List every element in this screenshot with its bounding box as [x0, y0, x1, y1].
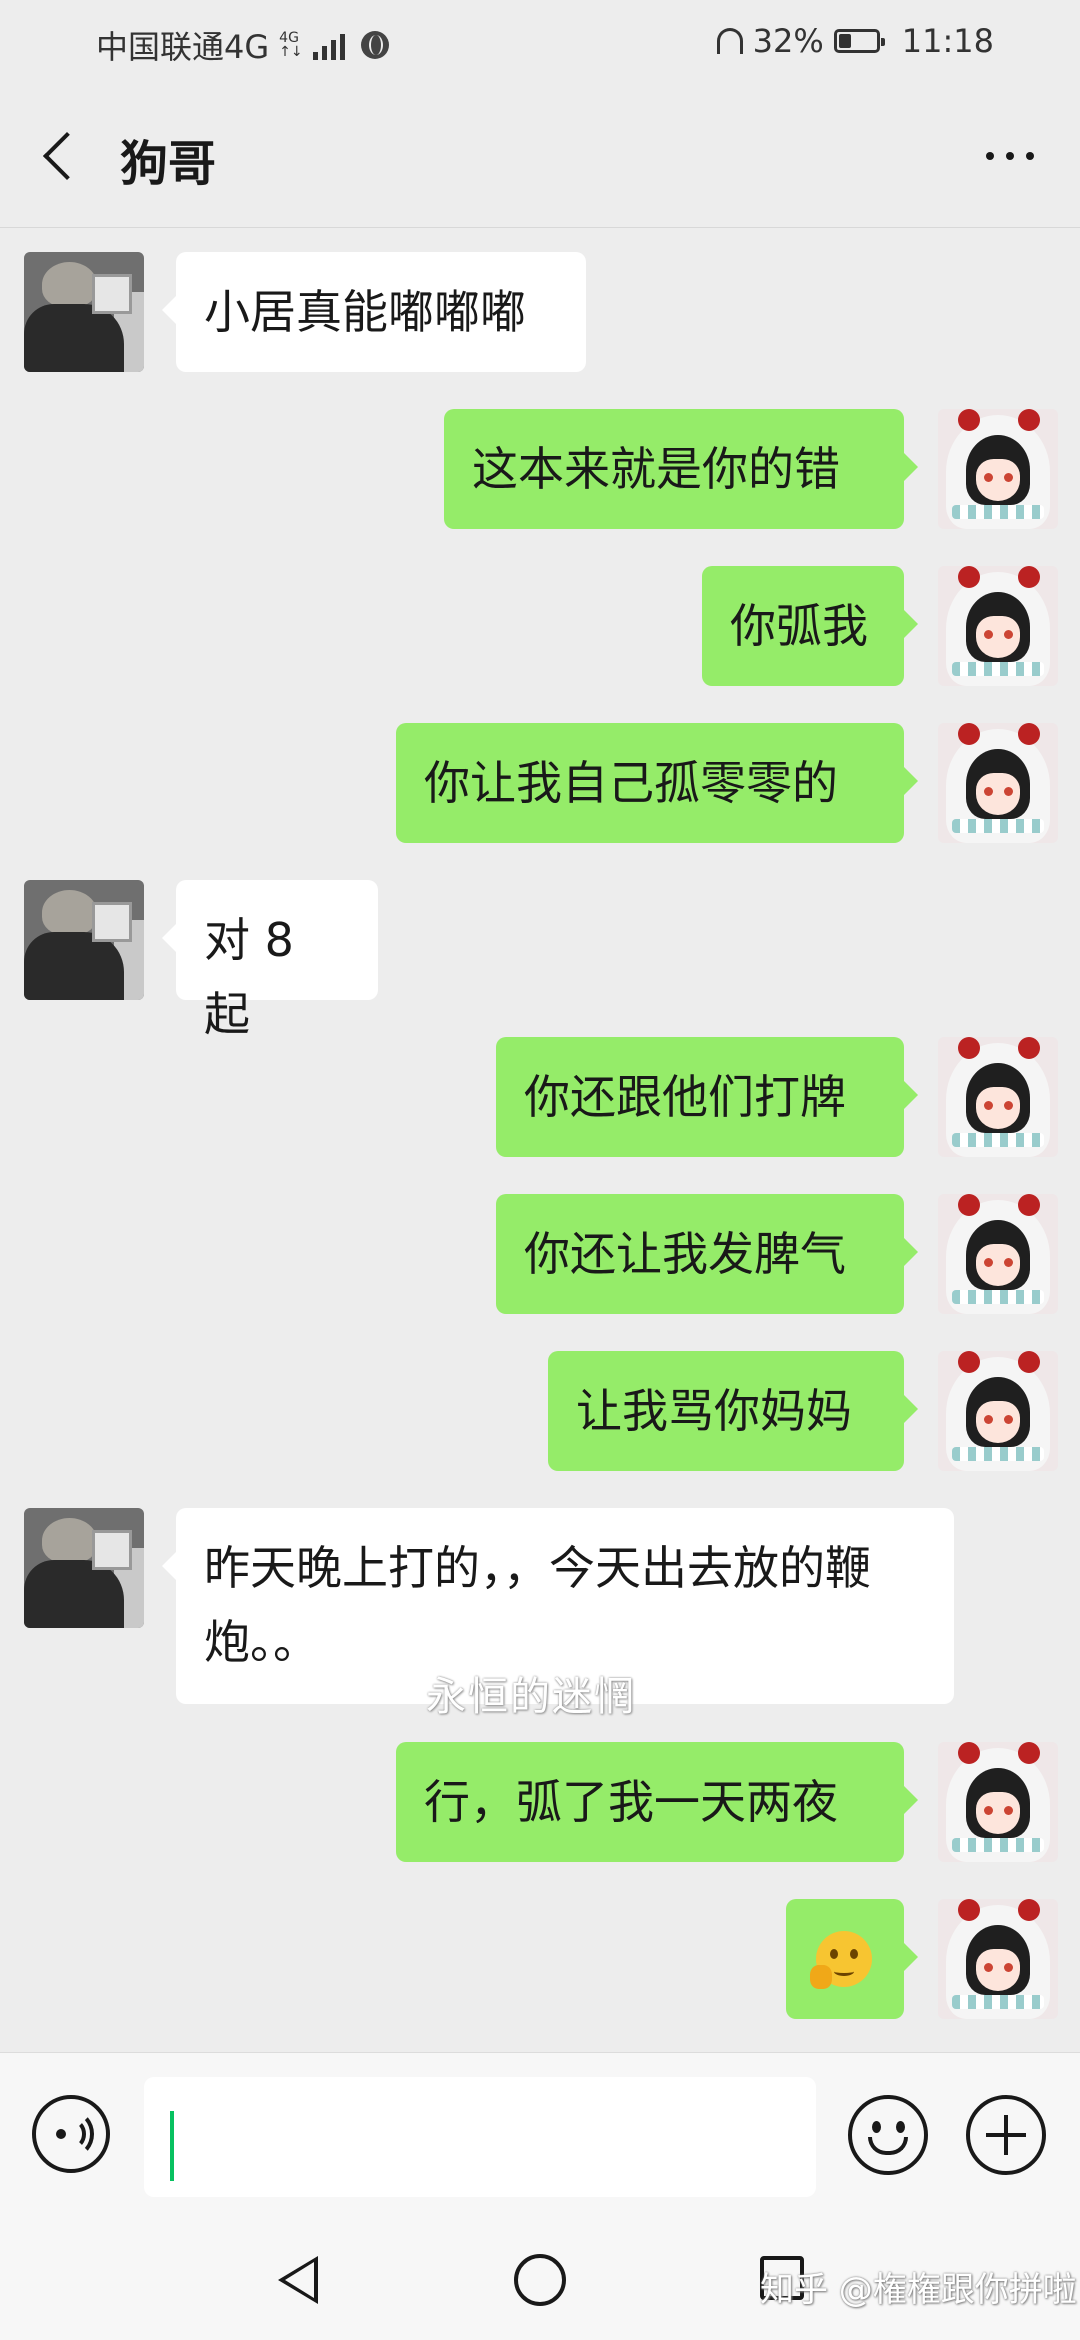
self-avatar[interactable]	[938, 1194, 1058, 1314]
plus-icon[interactable]	[966, 2095, 1046, 2175]
system-nav-bar: 知乎 @権権跟你拼啦	[0, 2222, 1080, 2340]
nav-home-icon[interactable]	[514, 2254, 566, 2306]
sent-bubble[interactable]: 行，弧了我一天两夜	[396, 1742, 918, 1862]
received-bubble[interactable]: 小居真能嘟嘟嘟	[162, 252, 586, 372]
more-options-icon[interactable]	[980, 132, 1040, 180]
signal-icon	[312, 30, 345, 60]
battery-percent: 32%	[752, 22, 824, 60]
emoji-icon[interactable]	[848, 2095, 928, 2175]
voice-input-icon[interactable]	[32, 2095, 110, 2173]
self-avatar[interactable]	[938, 1037, 1058, 1157]
sent-bubble[interactable]: 你弧我	[702, 566, 918, 686]
back-arrow-icon[interactable]	[40, 134, 80, 174]
sent-bubble[interactable]: 你还跟他们打牌	[496, 1037, 918, 1157]
self-avatar[interactable]	[938, 1899, 1058, 2019]
received-bubble[interactable]: 对 8 起	[162, 880, 378, 1041]
globe-icon	[360, 31, 389, 59]
self-avatar[interactable]	[938, 1351, 1058, 1471]
network-type-icon: 4G ↑↓	[279, 30, 303, 60]
self-avatar[interactable]	[938, 1742, 1058, 1862]
self-avatar[interactable]	[938, 566, 1058, 686]
chat-header: 狗哥	[0, 84, 1080, 228]
message-input[interactable]	[144, 2077, 816, 2197]
sent-emoji-bubble[interactable]	[786, 1899, 918, 2019]
thinking-face-emoji	[810, 1931, 872, 1989]
carrier-label: 中国联通4G	[96, 28, 270, 66]
message-list[interactable]: 小居真能嘟嘟嘟 这本来就是你的错 你弧我 你让我自己孤零零的 对 8 起 你还跟…	[0, 228, 1080, 2050]
watermark: 知乎 @権権跟你拼啦	[760, 2270, 1077, 2310]
sent-bubble[interactable]: 你让我自己孤零零的	[396, 723, 918, 843]
input-bar	[0, 2052, 1080, 2222]
sent-bubble[interactable]: 这本来就是你的错	[444, 409, 918, 529]
sent-bubble[interactable]: 让我骂你妈妈	[548, 1351, 918, 1471]
nav-back-icon[interactable]	[278, 2256, 318, 2304]
text-cursor	[170, 2111, 174, 2181]
contact-avatar[interactable]	[24, 252, 144, 372]
sent-bubble[interactable]: 你还让我发脾气	[496, 1194, 918, 1314]
contact-avatar[interactable]	[24, 1508, 144, 1628]
self-avatar[interactable]	[938, 723, 1058, 843]
status-left: 中国联通4G 4G ↑↓	[96, 22, 389, 68]
self-avatar[interactable]	[938, 409, 1058, 529]
status-bar: 中国联通4G 4G ↑↓ 32% 11:18	[0, 0, 1080, 84]
clock: 11:18	[901, 22, 994, 60]
contact-avatar[interactable]	[24, 880, 144, 1000]
headset-icon	[716, 28, 743, 54]
chat-title: 狗哥	[120, 136, 217, 192]
status-right: 32% 11:18	[716, 22, 994, 60]
overlay-caption: 永恒的迷惘	[426, 1674, 636, 1720]
battery-icon	[833, 29, 885, 53]
